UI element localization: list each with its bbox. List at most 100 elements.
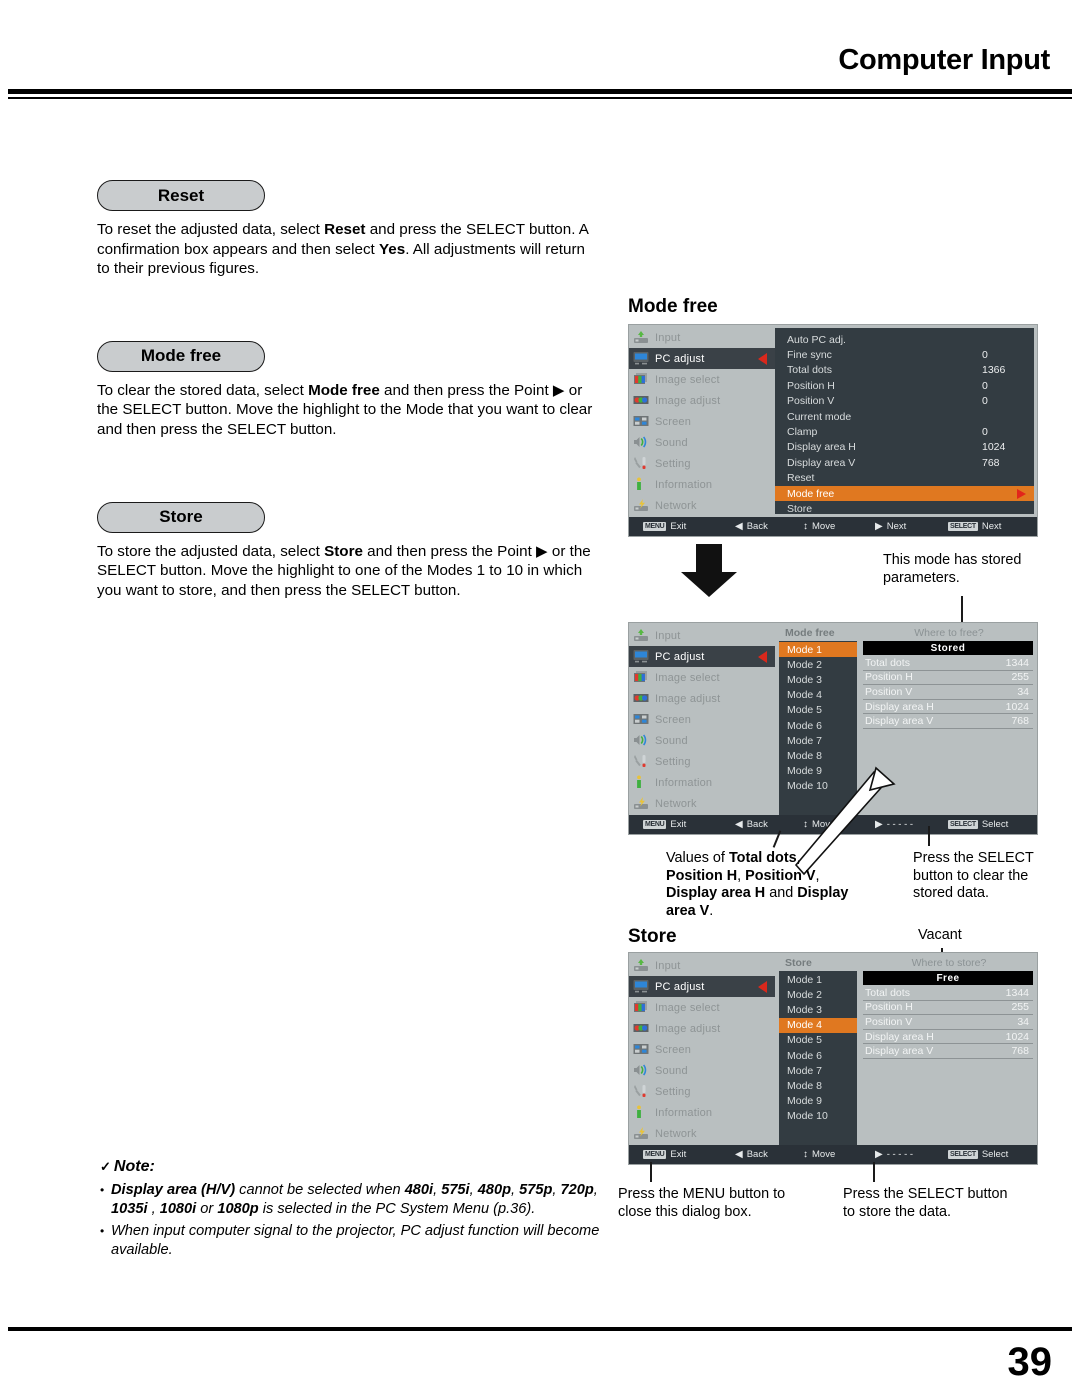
sidebar-item-image-adjust[interactable]: Image adjust <box>629 688 775 709</box>
sidebar-item-screen[interactable]: Screen <box>629 709 775 730</box>
menu-row-value: 0 <box>982 349 988 362</box>
mode-list-item[interactable]: Mode 7 <box>779 733 857 748</box>
osd-sidebar[interactable]: Input PC adjust Image select Image adjust Sc… <box>629 953 775 1145</box>
menu-row[interactable]: Current mode <box>775 409 1034 424</box>
sidebar-item-input[interactable]: Input <box>629 625 775 646</box>
menu-row-label: Reset <box>787 472 815 485</box>
sidebar-item-label: PC adjust <box>655 650 705 663</box>
menu-row[interactable]: Fine sync 0 <box>775 347 1034 362</box>
mode-list-item[interactable]: Mode 3 <box>779 1002 857 1017</box>
param-label: Position V <box>865 1015 913 1028</box>
sidebar-item-image-select[interactable]: Image select <box>629 369 775 390</box>
page-header: Computer Input <box>0 44 1080 99</box>
menu-row-value: 1024 <box>982 441 1006 454</box>
speaker-icon <box>633 1063 649 1078</box>
mode-list-item[interactable]: Mode 5 <box>779 703 857 718</box>
menu-row[interactable]: Store <box>775 501 1034 516</box>
menu-row[interactable]: Display area V 768 <box>775 455 1034 470</box>
header-rule-thick <box>8 89 1072 94</box>
mode-list-item[interactable]: Mode 8 <box>779 1078 857 1093</box>
menu-row[interactable]: Position H 0 <box>775 378 1034 393</box>
sidebar-item-setting[interactable]: Setting <box>629 751 775 772</box>
mode-list-item[interactable]: Mode 6 <box>779 718 857 733</box>
sidebar-item-setting[interactable]: Setting <box>629 1081 775 1102</box>
sidebar-item-information[interactable]: Information <box>629 474 775 495</box>
right-caret-icon <box>1017 488 1026 499</box>
sidebar-item-pc-adjust[interactable]: PC adjust <box>629 348 775 369</box>
sidebar-item-setting[interactable]: Setting <box>629 453 775 474</box>
osd-store-dialog[interactable]: Input PC adjust Image select Image adjust Sc… <box>628 952 1038 1165</box>
sidebar-item-sound[interactable]: Sound <box>629 730 775 751</box>
mode-column: Store Mode 1 Mode 2 Mode 3 Mode 4 Mode 5 Mode… <box>775 953 861 1145</box>
menu-row[interactable]: Clamp 0 <box>775 424 1034 439</box>
osd-dialog-panel[interactable]: Store Mode 1 Mode 2 Mode 3 Mode 4 Mode 5 Mode… <box>775 953 1037 1145</box>
osd-menu-list[interactable]: Auto PC adj. Fine sync 0 Total dots 1366 Posi… <box>775 328 1034 516</box>
input-icon <box>633 330 649 345</box>
sidebar-item-sound[interactable]: Sound <box>629 432 775 453</box>
param-value: 34 <box>1017 1015 1029 1028</box>
param-row: Display area H 1024 <box>863 700 1033 715</box>
menu-row-label: Fine sync <box>787 349 832 362</box>
param-row: Display area V 768 <box>863 714 1033 729</box>
param-value: 1024 <box>1005 700 1029 713</box>
mode-list-item[interactable]: Mode 8 <box>779 748 857 763</box>
sidebar-item-network[interactable]: Network <box>629 495 775 516</box>
menu-row[interactable]: Mode free <box>775 485 1034 502</box>
sidebar-item-information[interactable]: Information <box>629 772 775 793</box>
menu-row[interactable]: Total dots 1366 <box>775 363 1034 378</box>
mode-list-item[interactable]: Mode 6 <box>779 1048 857 1063</box>
status-hint-label: Next <box>981 521 1002 532</box>
osd-sidebar[interactable]: Input PC adjust Image select Image adjust Sc… <box>629 325 775 517</box>
sidebar-item-sound[interactable]: Sound <box>629 1060 775 1081</box>
sidebar-item-pc-adjust[interactable]: PC adjust <box>629 976 775 997</box>
mode-list-item[interactable]: Mode 4 <box>779 1017 857 1033</box>
annot-vacant: Vacant <box>918 927 962 943</box>
status-hint-label: Back <box>746 521 768 532</box>
info-icon <box>633 477 649 492</box>
mode-list-item[interactable]: Mode 3 <box>779 672 857 687</box>
mode-list-item[interactable]: Mode 2 <box>779 657 857 672</box>
mode-list-item[interactable]: Mode 1 <box>779 972 857 987</box>
sidebar-item-image-adjust[interactable]: Image adjust <box>629 390 775 411</box>
sidebar-item-image-select[interactable]: Image select <box>629 667 775 688</box>
mode-list-item[interactable]: Mode 1 <box>779 642 857 658</box>
note-heading: ✓ Note: <box>100 1157 600 1176</box>
sidebar-item-network[interactable]: Network <box>629 793 775 814</box>
menu-row-value: 768 <box>982 456 1000 469</box>
sidebar-item-label: Screen <box>655 713 692 726</box>
sidebar-item-input[interactable]: Input <box>629 327 775 348</box>
menu-row[interactable]: Auto PC adj. <box>775 332 1034 347</box>
menu-row-label: Display area H <box>787 441 856 454</box>
menu-row[interactable]: Position V 0 <box>775 394 1034 409</box>
sidebar-item-information[interactable]: Information <box>629 1102 775 1123</box>
osd-sidebar[interactable]: Input PC adjust Image select Image adjust Sc… <box>629 623 775 815</box>
sidebar-item-screen[interactable]: Screen <box>629 411 775 432</box>
sidebar-item-input[interactable]: Input <box>629 955 775 976</box>
status-hint: ◀ Back <box>735 521 768 532</box>
sidebar-item-pc-adjust[interactable]: PC adjust <box>629 646 775 667</box>
menu-row-label: Auto PC adj. <box>787 333 846 346</box>
sidebar-item-screen[interactable]: Screen <box>629 1039 775 1060</box>
menu-row[interactable]: Reset <box>775 471 1034 486</box>
status-hint: ◀ Back <box>735 1149 768 1160</box>
mode-list-item[interactable]: Mode 4 <box>779 688 857 703</box>
note-item-list: • Display area (H/V) cannot be selected w… <box>100 1181 600 1260</box>
sidebar-item-image-select[interactable]: Image select <box>629 997 775 1018</box>
sidebar-item-network[interactable]: Network <box>629 1123 775 1144</box>
sidebar-item-label: Sound <box>655 734 688 747</box>
annot-press-select-clear: Press the SELECT button to clear the sto… <box>913 850 1034 901</box>
mode-list-item[interactable]: Mode 7 <box>779 1063 857 1078</box>
sidebar-item-label: Network <box>655 499 697 512</box>
note-item-text: When input computer signal to the projec… <box>111 1223 600 1258</box>
mode-list-item[interactable]: Mode 10 <box>779 1109 857 1124</box>
mode-list[interactable]: Mode 1 Mode 2 Mode 3 Mode 4 Mode 5 Mode 6 Mode… <box>779 971 857 1145</box>
menu-row-label: Position H <box>787 379 835 392</box>
mode-list-item[interactable]: Mode 9 <box>779 1094 857 1109</box>
sidebar-item-image-adjust[interactable]: Image adjust <box>629 1018 775 1039</box>
menu-row[interactable]: Display area H 1024 <box>775 440 1034 455</box>
status-hint: SELECT Next <box>948 521 1001 532</box>
status-hint: MENU Exit <box>643 819 686 830</box>
mode-list-item[interactable]: Mode 5 <box>779 1033 857 1048</box>
osd-mode-free-menu[interactable]: Input PC adjust Image select Image adjust Sc… <box>628 324 1038 537</box>
mode-list-item[interactable]: Mode 2 <box>779 987 857 1002</box>
